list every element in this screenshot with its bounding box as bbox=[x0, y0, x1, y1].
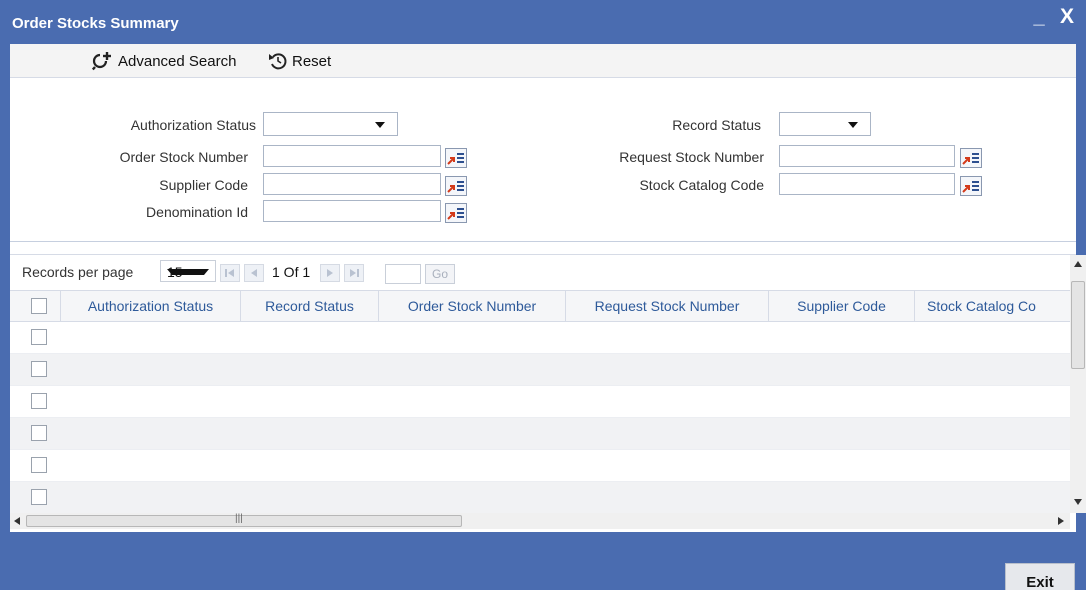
reset-button[interactable]: Reset bbox=[268, 50, 331, 72]
list-of-values-icon[interactable] bbox=[445, 203, 467, 223]
table-row bbox=[10, 450, 1070, 482]
request-stock-number-input[interactable] bbox=[779, 145, 955, 167]
horizontal-scroll-thumb[interactable]: ||| bbox=[26, 513, 462, 527]
scroll-right-icon[interactable] bbox=[1058, 517, 1064, 525]
column-header-authorization-status[interactable]: Authorization Status bbox=[61, 291, 241, 321]
chevron-down-icon bbox=[375, 122, 385, 128]
column-header-supplier-code[interactable]: Supplier Code bbox=[769, 291, 915, 321]
list-of-values-icon[interactable] bbox=[960, 148, 982, 168]
stock-catalog-code-input[interactable] bbox=[779, 173, 955, 195]
column-header-order-stock-number[interactable]: Order Stock Number bbox=[379, 291, 566, 321]
vertical-scroll-thumb[interactable] bbox=[1071, 281, 1085, 369]
row-checkbox[interactable] bbox=[31, 489, 47, 505]
reset-icon bbox=[268, 51, 288, 71]
first-page-button[interactable] bbox=[220, 264, 240, 282]
authorization-status-select[interactable] bbox=[263, 112, 398, 136]
list-of-values-icon[interactable] bbox=[445, 176, 467, 196]
order-stock-number-input[interactable] bbox=[263, 145, 441, 167]
table-row bbox=[10, 482, 1070, 513]
authorization-status-label: Authorization Status bbox=[130, 117, 256, 133]
supplier-code-input[interactable] bbox=[263, 173, 441, 195]
row-checkbox[interactable] bbox=[31, 329, 47, 345]
title-bar: Order Stocks Summary _ X bbox=[0, 0, 1086, 44]
request-stock-number-label: Request Stock Number bbox=[619, 149, 764, 165]
select-all-cell bbox=[10, 291, 61, 321]
table-row bbox=[10, 354, 1070, 386]
column-header-record-status[interactable]: Record Status bbox=[241, 291, 379, 321]
results-panel: Records per page 15 1 Of 1 Go Authorizat… bbox=[10, 254, 1086, 532]
denomination-id-label: Denomination Id bbox=[146, 204, 248, 220]
advanced-search-button[interactable]: Advanced Search bbox=[92, 50, 236, 72]
records-per-page-select[interactable]: 15 bbox=[160, 260, 216, 282]
page-indicator: 1 Of 1 bbox=[272, 264, 311, 280]
chevron-down-icon bbox=[848, 122, 858, 128]
order-stock-number-label: Order Stock Number bbox=[119, 149, 248, 165]
list-of-values-icon[interactable] bbox=[445, 148, 467, 168]
left-frame bbox=[0, 44, 10, 590]
goto-page-input[interactable] bbox=[385, 264, 421, 284]
scroll-up-icon[interactable] bbox=[1074, 261, 1082, 267]
row-checkbox[interactable] bbox=[31, 361, 47, 377]
scroll-down-icon[interactable] bbox=[1074, 499, 1082, 505]
pagination-bar: Records per page 15 1 Of 1 Go bbox=[10, 255, 1066, 285]
next-page-button[interactable] bbox=[320, 264, 340, 282]
list-of-values-icon[interactable] bbox=[960, 176, 982, 196]
select-all-checkbox[interactable] bbox=[31, 298, 47, 314]
table-row bbox=[10, 418, 1070, 450]
toolbar: Advanced Search Reset bbox=[10, 44, 1076, 78]
grip-icon: ||| bbox=[235, 513, 243, 524]
search-form: Authorization Status Record Status Order… bbox=[10, 78, 1076, 242]
column-header-stock-catalog-code[interactable]: Stock Catalog Co bbox=[915, 291, 1070, 321]
go-button[interactable]: Go bbox=[425, 264, 455, 284]
stock-catalog-code-label: Stock Catalog Code bbox=[639, 177, 764, 193]
previous-page-button[interactable] bbox=[244, 264, 264, 282]
minimize-button[interactable]: _ bbox=[1030, 7, 1048, 27]
denomination-id-input[interactable] bbox=[263, 200, 441, 222]
vertical-scrollbar[interactable] bbox=[1070, 255, 1086, 513]
record-status-label: Record Status bbox=[672, 117, 761, 133]
close-button[interactable]: X bbox=[1056, 6, 1078, 28]
row-checkbox[interactable] bbox=[31, 457, 47, 473]
column-header-request-stock-number[interactable]: Request Stock Number bbox=[566, 291, 769, 321]
table-row bbox=[10, 322, 1070, 354]
chevron-down-icon bbox=[167, 269, 209, 275]
row-checkbox[interactable] bbox=[31, 425, 47, 441]
window-title: Order Stocks Summary bbox=[12, 15, 179, 32]
table-row bbox=[10, 386, 1070, 418]
scroll-left-icon[interactable] bbox=[14, 517, 20, 525]
footer-bar bbox=[0, 532, 1086, 590]
exit-button[interactable]: Exit bbox=[1005, 563, 1075, 590]
row-checkbox[interactable] bbox=[31, 393, 47, 409]
results-table: Authorization Status Record Status Order… bbox=[10, 290, 1070, 513]
table-header: Authorization Status Record Status Order… bbox=[10, 290, 1070, 322]
last-page-button[interactable] bbox=[344, 264, 364, 282]
magnifier-plus-icon bbox=[92, 51, 114, 71]
supplier-code-label: Supplier Code bbox=[159, 177, 248, 193]
record-status-select[interactable] bbox=[779, 112, 871, 136]
horizontal-scrollbar[interactable]: ||| bbox=[10, 513, 1070, 529]
records-per-page-label: Records per page bbox=[22, 264, 134, 280]
advanced-search-label: Advanced Search bbox=[118, 52, 237, 70]
reset-label: Reset bbox=[292, 52, 332, 70]
